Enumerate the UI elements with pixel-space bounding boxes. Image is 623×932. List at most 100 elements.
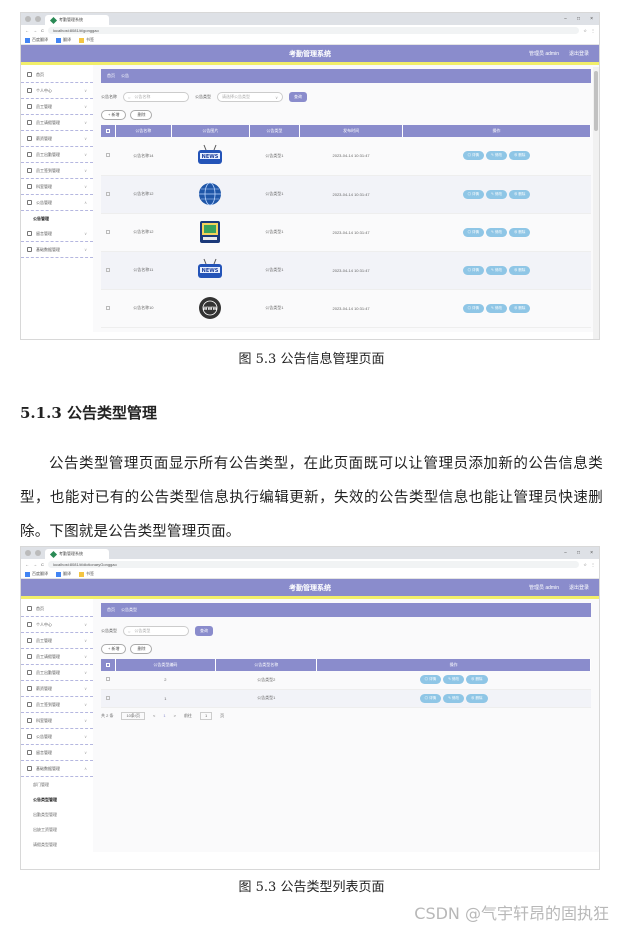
detail-button[interactable]: ◎ 详情 [462, 303, 485, 313]
sidebar-item-salary[interactable]: 薪资管理 ∨ [21, 131, 93, 147]
bookmark-item[interactable]: 百度翻译 [25, 571, 48, 577]
table-row[interactable]: 公告名称10 WWW 公告类型1 2023-04-14 10:31:47 ◎ 详情 ✎ 修… [101, 289, 591, 328]
next-page-button[interactable]: > [174, 713, 176, 718]
breadcrumb-home[interactable]: 首页 [107, 73, 115, 79]
minimize-icon[interactable]: − [564, 16, 567, 22]
window-control-icon[interactable] [35, 550, 41, 556]
table-row[interactable]: 公告名称11 NEWS 公告类型1 2023-04-14 10:31:47 ◎ 详情 ✎ … [101, 251, 591, 290]
bookmark-item[interactable]: 翻译 [56, 571, 71, 577]
edit-button[interactable]: ✎ 修改 [486, 189, 507, 199]
checkbox[interactable] [106, 191, 110, 196]
detail-button[interactable]: ◎ 详情 [462, 265, 485, 275]
table-row[interactable]: 公告名称14 NEWS 公告类型1 2023-04-14 10:31:47 ◎ 详情 ✎ … [101, 137, 591, 176]
sidebar-item-attendance[interactable]: 员工出勤管理 ∨ [21, 665, 93, 681]
sidebar-item-profile[interactable]: 个人中心 ∨ [21, 83, 93, 99]
url-field[interactable]: localhost:8081/#/dictionaryGonggao [47, 561, 580, 568]
minimize-icon[interactable]: − [564, 550, 567, 556]
breadcrumb-home[interactable]: 首页 [107, 607, 115, 613]
sidebar-subitem-leave-type[interactable]: 请假类型管理 [21, 837, 93, 852]
add-button[interactable]: + 新增 [101, 110, 127, 120]
notice-type-select[interactable]: 请选择公告类型 ∨ [217, 92, 283, 102]
delete-row-button[interactable]: ⊗ 删除 [508, 265, 531, 275]
sidebar-item-checkin[interactable]: 员工签到管理 ∨ [21, 697, 93, 713]
menu-icon[interactable]: ⋮ [591, 28, 595, 33]
delete-button[interactable]: 删除 [130, 644, 153, 654]
checkbox[interactable] [106, 267, 110, 272]
checkbox[interactable] [106, 677, 110, 682]
search-button[interactable]: 查询 [195, 626, 213, 636]
browser-tab[interactable]: 考勤管理系统 [45, 549, 109, 559]
delete-row-button[interactable]: ⊗ 删除 [466, 693, 488, 703]
sidebar-item-base-data[interactable]: 基础数据管理 ∨ [21, 242, 93, 258]
sidebar-subitem-attendance-type[interactable]: 出勤类型管理 [21, 807, 93, 822]
sidebar-item-notice[interactable]: 公告管理 ∧ [21, 195, 93, 211]
checkbox[interactable] [106, 153, 110, 158]
window-control-icon[interactable] [25, 550, 31, 556]
row-checkbox-cell[interactable] [101, 175, 115, 214]
table-row[interactable]: 1 公告类型1 ◎ 详情 ✎ 修改 ⊗ 删除 [101, 689, 591, 708]
sidebar-item-profile[interactable]: 个人中心 ∨ [21, 617, 93, 633]
logout-link[interactable]: 退出登录 [569, 584, 589, 591]
row-checkbox-cell[interactable] [101, 289, 115, 328]
checkbox[interactable] [105, 662, 110, 667]
delete-row-button[interactable]: ⊗ 删除 [508, 303, 531, 313]
edit-button[interactable]: ✎ 修改 [486, 151, 507, 161]
logout-link[interactable]: 退出登录 [569, 50, 589, 57]
sidebar-item-base-data[interactable]: 基础数据管理 ∧ [21, 761, 93, 777]
sidebar-item-salary[interactable]: 薪资管理 ∨ [21, 681, 93, 697]
delete-row-button[interactable]: ⊗ 删除 [508, 151, 531, 161]
table-row[interactable]: 公告名称12 公告类型1 2023-04-14 10:31:47 ◎ 详情 ✎ 修改 ⊗ … [101, 175, 591, 214]
select-all-header[interactable] [101, 125, 116, 137]
close-icon[interactable]: × [590, 550, 593, 556]
sidebar-item-leave[interactable]: 员工请假管理 ∨ [21, 649, 93, 665]
window-control-icon[interactable] [25, 16, 31, 22]
notice-type-input[interactable]: ○ 公告类型 [123, 626, 189, 636]
sidebar-subitem-notice-type[interactable]: 公告类型管理 [21, 792, 93, 807]
sidebar-item-leave[interactable]: 员工请假管理 ∨ [21, 115, 93, 131]
sidebar-item-department[interactable]: 科室管理 ∨ [21, 179, 93, 195]
delete-row-button[interactable]: ⊗ 删除 [508, 227, 531, 237]
goto-input[interactable]: 1 [199, 711, 213, 720]
delete-row-button[interactable]: ⊗ 删除 [466, 675, 488, 685]
maximize-icon[interactable]: □ [577, 550, 580, 556]
detail-button[interactable]: ◎ 详情 [419, 693, 442, 703]
table-row[interactable]: 2 公告类型2 ◎ 详情 ✎ 修改 ⊗ 删除 [101, 671, 591, 690]
checkbox[interactable] [106, 229, 110, 234]
table-row[interactable]: 公告名称12 公告类型1 2023-04-14 10:31:47 ◎ 详情 ✎ 修改 ⊗ … [101, 213, 591, 252]
checkbox[interactable] [106, 695, 110, 700]
edit-button[interactable]: ✎ 修改 [443, 693, 465, 703]
row-checkbox-cell[interactable] [101, 251, 115, 290]
bookmark-item[interactable]: 书签 [79, 37, 94, 43]
sidebar-item-home[interactable]: 首页 [21, 67, 93, 83]
sidebar-item-home[interactable]: 首页 [21, 601, 93, 617]
checkbox[interactable] [106, 305, 110, 310]
sidebar-item-attendance[interactable]: 员工出勤管理 ∨ [21, 147, 93, 163]
sidebar-subitem-notice[interactable]: 公告管理 [21, 211, 93, 226]
row-checkbox-cell[interactable] [101, 213, 115, 252]
edit-button[interactable]: ✎ 修改 [443, 675, 465, 685]
back-icon[interactable]: ← [25, 562, 29, 567]
bookmark-item[interactable]: 书签 [79, 571, 94, 577]
select-all-header[interactable] [101, 659, 116, 671]
back-icon[interactable]: ← [25, 28, 29, 33]
browser-tab[interactable]: 考勤管理系统 [45, 15, 109, 25]
edit-button[interactable]: ✎ 修改 [486, 227, 507, 237]
notice-name-input[interactable]: ○ 公告名称 [123, 92, 189, 102]
sidebar-subitem-absence-pay[interactable]: 出缺工资管理 [21, 822, 93, 837]
reload-icon[interactable]: C [41, 28, 44, 33]
reload-icon[interactable]: C [41, 562, 44, 567]
sidebar-item-staff[interactable]: 员工管理 ∨ [21, 99, 93, 115]
page-size-select[interactable]: 10条/页 [121, 711, 146, 720]
detail-button[interactable]: ◎ 详情 [462, 189, 485, 199]
window-control-icon[interactable] [35, 16, 41, 22]
row-checkbox-cell[interactable] [101, 689, 115, 708]
bookmark-item[interactable]: 翻译 [56, 37, 71, 43]
forward-icon[interactable]: → [33, 562, 37, 567]
detail-button[interactable]: ◎ 详情 [462, 227, 485, 237]
url-field[interactable]: localhost:8081/#/gonggao [47, 27, 580, 34]
menu-icon[interactable]: ⋮ [591, 562, 595, 567]
star-icon[interactable]: ☆ [583, 28, 587, 33]
detail-button[interactable]: ◎ 详情 [462, 151, 485, 161]
detail-button[interactable]: ◎ 详情 [419, 675, 442, 685]
sidebar-item-staff[interactable]: 员工管理 ∨ [21, 633, 93, 649]
